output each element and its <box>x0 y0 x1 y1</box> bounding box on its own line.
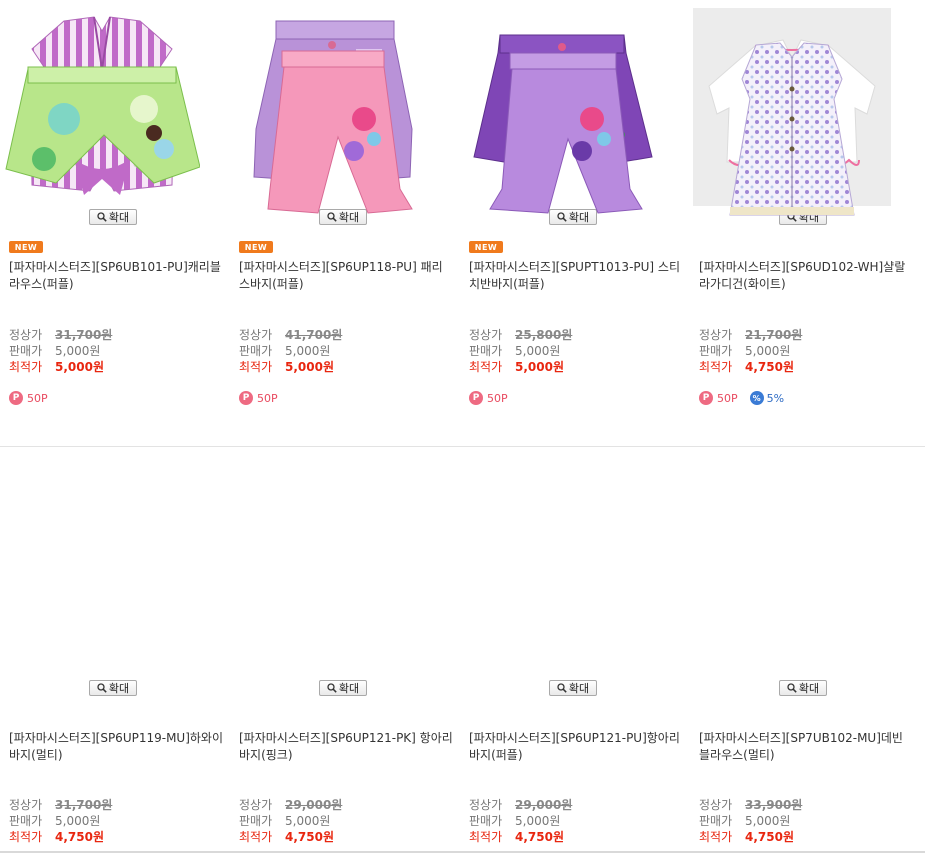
price-block: 정상가 33,900원 판매가 5,000원 최적가 4,750원 <box>699 797 899 845</box>
magnifier-icon <box>97 683 107 693</box>
best-price-label: 최적가 <box>469 830 503 844</box>
product-card <box>230 2 460 410</box>
product-image[interactable] <box>3 38 201 236</box>
sale-price: 5,000원 <box>285 814 331 828</box>
product-name[interactable]: [파자마시스터즈][SP6UP119-MU]하와이바지(멀티) <box>9 730 223 764</box>
sale-price-label: 판매가 <box>239 814 273 828</box>
regular-price-label: 정상가 <box>239 798 273 812</box>
product-card: 확대 <box>0 2 230 410</box>
product-card <box>690 2 920 410</box>
zoom-button[interactable]: 확대 <box>549 680 597 696</box>
sale-price: 5,000원 <box>515 814 561 828</box>
product-row: 확대 <box>0 2 925 410</box>
sale-price-label: 판매가 <box>469 814 503 828</box>
regular-price: 29,000원 <box>515 798 573 812</box>
green-floral-shorts-image <box>5 66 200 184</box>
zoom-label: 확대 <box>108 682 130 695</box>
price-block: 정상가 29,000원 판매가 5,000원 최적가 4,750원 <box>239 797 439 845</box>
magnifier-icon <box>787 683 797 693</box>
sale-price: 5,000원 <box>745 814 791 828</box>
product-image[interactable] <box>693 38 891 236</box>
regular-price: 33,900원 <box>745 798 803 812</box>
row-divider <box>0 446 925 447</box>
regular-price: 29,000원 <box>285 798 343 812</box>
regular-price-label: 정상가 <box>469 798 503 812</box>
product-image[interactable] <box>233 38 431 236</box>
pink-balloon-pants-image <box>267 41 413 214</box>
best-price-label: 최적가 <box>699 830 733 844</box>
product-name[interactable]: [파자마시스터즈][SP7UB102-MU]데빈블라우스(멀티) <box>699 730 913 764</box>
magnifier-icon <box>327 683 337 693</box>
regular-price: 31,700원 <box>55 798 113 812</box>
product-grid: 확대 NEW [파자마시스터즈][SP6UB101-PU]캐리블라우스(퍼플) … <box>0 0 925 853</box>
regular-price-label: 정상가 <box>699 798 733 812</box>
best-price: 4,750원 <box>515 830 564 844</box>
product-image[interactable] <box>463 38 661 236</box>
zoom-button[interactable]: 확대 <box>89 680 137 696</box>
best-price: 4,750원 <box>55 830 104 844</box>
price-block: 정상가 29,000원 판매가 5,000원 최적가 4,750원 <box>469 797 669 845</box>
zoom-label: 확대 <box>798 682 820 695</box>
price-block: 정상가 31,700원 판매가 5,000원 최적가 4,750원 <box>9 797 209 845</box>
best-price: 4,750원 <box>745 830 794 844</box>
regular-price-label: 정상가 <box>9 798 43 812</box>
sale-price-label: 판매가 <box>699 814 733 828</box>
zoom-label: 확대 <box>338 682 360 695</box>
best-price: 4,750원 <box>285 830 334 844</box>
sale-price-label: 판매가 <box>9 814 43 828</box>
zoom-button[interactable]: 확대 <box>319 680 367 696</box>
zoom-label: 확대 <box>568 682 590 695</box>
product-name[interactable]: [파자마시스터즈][SP6UP121-PK] 항아리바지(핑크) <box>239 730 453 764</box>
product-card <box>460 2 690 410</box>
product-name[interactable]: [파자마시스터즈][SP6UP121-PU]항아리바지(퍼플) <box>469 730 683 764</box>
magnifier-icon <box>557 683 567 693</box>
best-price-label: 최적가 <box>9 830 43 844</box>
sale-price: 5,000원 <box>55 814 101 828</box>
best-price-label: 최적가 <box>239 830 273 844</box>
purple-balloon-pants-image <box>489 43 643 214</box>
floral-sleeveless-blouse-image <box>729 42 855 216</box>
zoom-button[interactable]: 확대 <box>779 680 827 696</box>
